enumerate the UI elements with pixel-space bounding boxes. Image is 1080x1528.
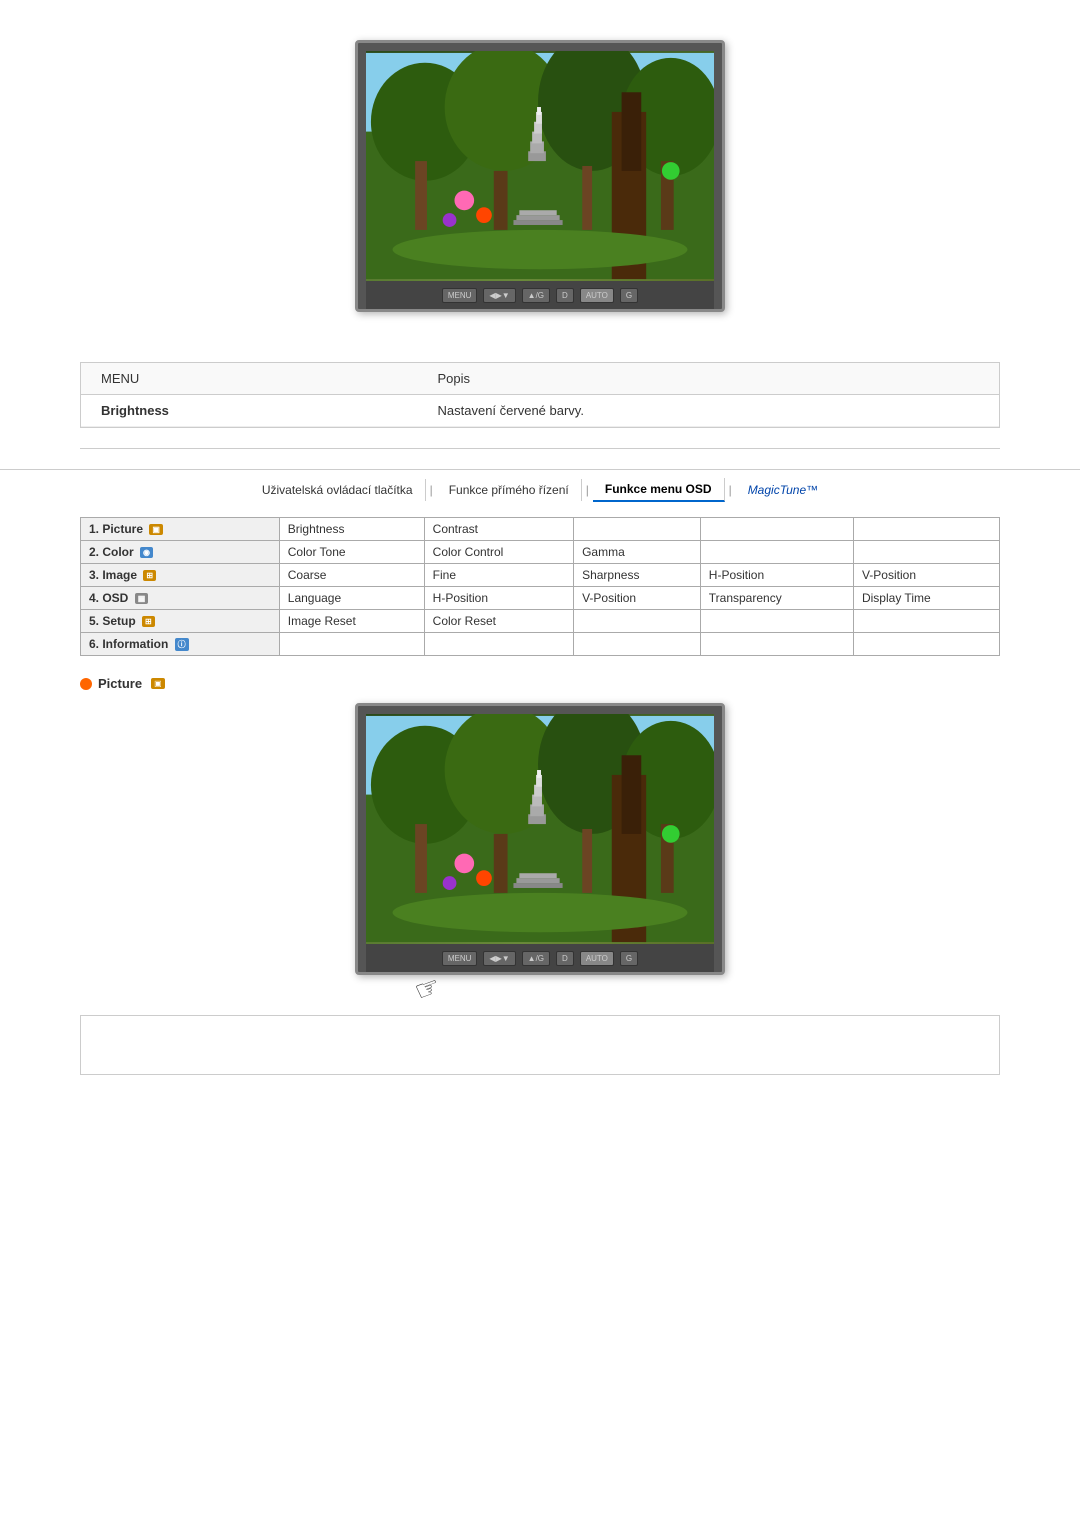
- nav-button[interactable]: ◀▶▼: [483, 288, 515, 303]
- osd-menu-color: 2. Color ◉: [81, 541, 280, 564]
- garden-scene-svg: [366, 51, 714, 281]
- bottom-monitor-frame: MENU ◀▶▼ ▲/G D AUTO G: [355, 703, 725, 975]
- osd-image-reset: Image Reset: [279, 610, 424, 633]
- osd-info-empty2: [424, 633, 573, 656]
- top-monitor-section: MENU ◀▶▼ ▲/G D AUTO G: [0, 0, 1080, 342]
- table-row: Brightness Nastavení červené barvy.: [81, 395, 999, 427]
- picture-label: Picture ▣: [80, 676, 1000, 691]
- top-monitor-frame: MENU ◀▶▼ ▲/G D AUTO G: [355, 40, 725, 312]
- ag-button[interactable]: ▲/G: [522, 288, 550, 303]
- osd-color-tone: Color Tone: [279, 541, 424, 564]
- menu-button[interactable]: MENU: [442, 288, 478, 303]
- picture-icon-badge: ▣: [149, 524, 163, 535]
- top-monitor-screen: [366, 51, 714, 281]
- osd-menu-image: 3. Image ⊞: [81, 564, 280, 587]
- bottom-nav-button[interactable]: ◀▶▼: [483, 951, 515, 966]
- osd-empty2: [700, 518, 853, 541]
- osd-color-control: Color Control: [424, 541, 573, 564]
- section-divider: [80, 448, 1000, 449]
- osd-menu-osd: 4. OSD ▦: [81, 587, 280, 610]
- picture-label-badge: ▣: [151, 678, 165, 689]
- osd-h-position2: H-Position: [424, 587, 573, 610]
- bottom-ag-button[interactable]: ▲/G: [522, 951, 550, 966]
- menu-popis-table: MENU Popis Brightness Nastavení červené …: [81, 363, 999, 427]
- osd-info-empty3: [574, 633, 701, 656]
- bottom-monitor-bezel: MENU ◀▶▼ ▲/G D AUTO G: [366, 944, 714, 972]
- sep2: |: [586, 483, 589, 497]
- sep1: |: [430, 483, 433, 497]
- bottom-garden-scene-svg: [366, 714, 714, 944]
- table-row: 2. Color ◉ Color Tone Color Control Gamm…: [81, 541, 1000, 564]
- tab-osd-menu[interactable]: Funkce menu OSD: [593, 478, 725, 502]
- monitor-bezel-bottom: MENU ◀▶▼ ▲/G D AUTO G: [366, 281, 714, 309]
- g-button[interactable]: G: [620, 288, 638, 303]
- table-row: 5. Setup ⊞ Image Reset Color Reset: [81, 610, 1000, 633]
- osd-v-position: V-Position: [853, 564, 999, 587]
- auto-button[interactable]: AUTO: [580, 288, 614, 303]
- picture-section: Picture ▣: [80, 676, 1000, 995]
- osd-info-empty5: [853, 633, 999, 656]
- bottom-g-button[interactable]: G: [620, 951, 638, 966]
- col1-header: MENU: [81, 363, 418, 395]
- osd-table-section: 1. Picture ▣ Brightness Contrast 2. Colo…: [80, 517, 1000, 656]
- bottom-monitor-wrapper: MENU ◀▶▼ ▲/G D AUTO G ☞: [80, 703, 1000, 995]
- osd-transparency: Transparency: [700, 587, 853, 610]
- table-row: 3. Image ⊞ Coarse Fine Sharpness H-Posit…: [81, 564, 1000, 587]
- osd-h-position: H-Position: [700, 564, 853, 587]
- bottom-auto-button[interactable]: AUTO: [580, 951, 614, 966]
- menu-popis-section: MENU Popis Brightness Nastavení červené …: [80, 362, 1000, 428]
- osd-gamma: Gamma: [574, 541, 701, 564]
- tab-magictune[interactable]: MagicTune™: [736, 479, 830, 501]
- bottom-content-box: [80, 1015, 1000, 1075]
- setup-icon-badge: ⊞: [142, 616, 155, 627]
- osd-menu-picture: 1. Picture ▣: [81, 518, 280, 541]
- osd-v-position2: V-Position: [574, 587, 701, 610]
- osd-color-reset: Color Reset: [424, 610, 573, 633]
- osd-brightness: Brightness: [279, 518, 424, 541]
- osd-sharpness: Sharpness: [574, 564, 701, 587]
- osd-empty3: [853, 518, 999, 541]
- table-row: 6. Information ⓘ: [81, 633, 1000, 656]
- osd-coarse: Coarse: [279, 564, 424, 587]
- bottom-menu-button[interactable]: MENU: [442, 951, 478, 966]
- menu-item-brightness: Brightness: [81, 395, 418, 427]
- table-row: 4. OSD ▦ Language H-Position V-Position …: [81, 587, 1000, 610]
- osd-info-empty1: [279, 633, 424, 656]
- osd-icon-badge: ▦: [135, 593, 149, 604]
- osd-empty8: [853, 610, 999, 633]
- d-button[interactable]: D: [556, 288, 574, 303]
- bottom-monitor-container: MENU ◀▶▼ ▲/G D AUTO G ☞: [355, 703, 725, 975]
- picture-title: Picture: [98, 676, 142, 691]
- osd-language: Language: [279, 587, 424, 610]
- osd-info-empty4: [700, 633, 853, 656]
- color-icon-badge: ◉: [140, 547, 153, 558]
- bottom-d-button[interactable]: D: [556, 951, 574, 966]
- info-icon-badge: ⓘ: [175, 638, 189, 651]
- osd-display-time: Display Time: [853, 587, 999, 610]
- table-row: 1. Picture ▣ Brightness Contrast: [81, 518, 1000, 541]
- osd-table: 1. Picture ▣ Brightness Contrast 2. Colo…: [80, 517, 1000, 656]
- circle-icon: [80, 678, 92, 690]
- nav-tabs-section: Uživatelská ovládací tlačítka | Funkce p…: [0, 469, 1080, 502]
- tab-user-controls[interactable]: Uživatelská ovládací tlačítka: [250, 479, 426, 501]
- osd-empty7: [700, 610, 853, 633]
- bottom-monitor-screen: [366, 714, 714, 944]
- tab-direct-control[interactable]: Funkce přímého řízení: [437, 479, 582, 501]
- osd-empty5: [853, 541, 999, 564]
- menu-description-brightness: Nastavení červené barvy.: [418, 395, 999, 427]
- osd-empty1: [574, 518, 701, 541]
- osd-empty6: [574, 610, 701, 633]
- sep3: |: [729, 483, 732, 497]
- image-icon-badge: ⊞: [143, 570, 156, 581]
- osd-contrast: Contrast: [424, 518, 573, 541]
- osd-empty4: [700, 541, 853, 564]
- col2-header: Popis: [418, 363, 999, 395]
- osd-menu-information: 6. Information ⓘ: [81, 633, 280, 656]
- osd-fine: Fine: [424, 564, 573, 587]
- osd-menu-setup: 5. Setup ⊞: [81, 610, 280, 633]
